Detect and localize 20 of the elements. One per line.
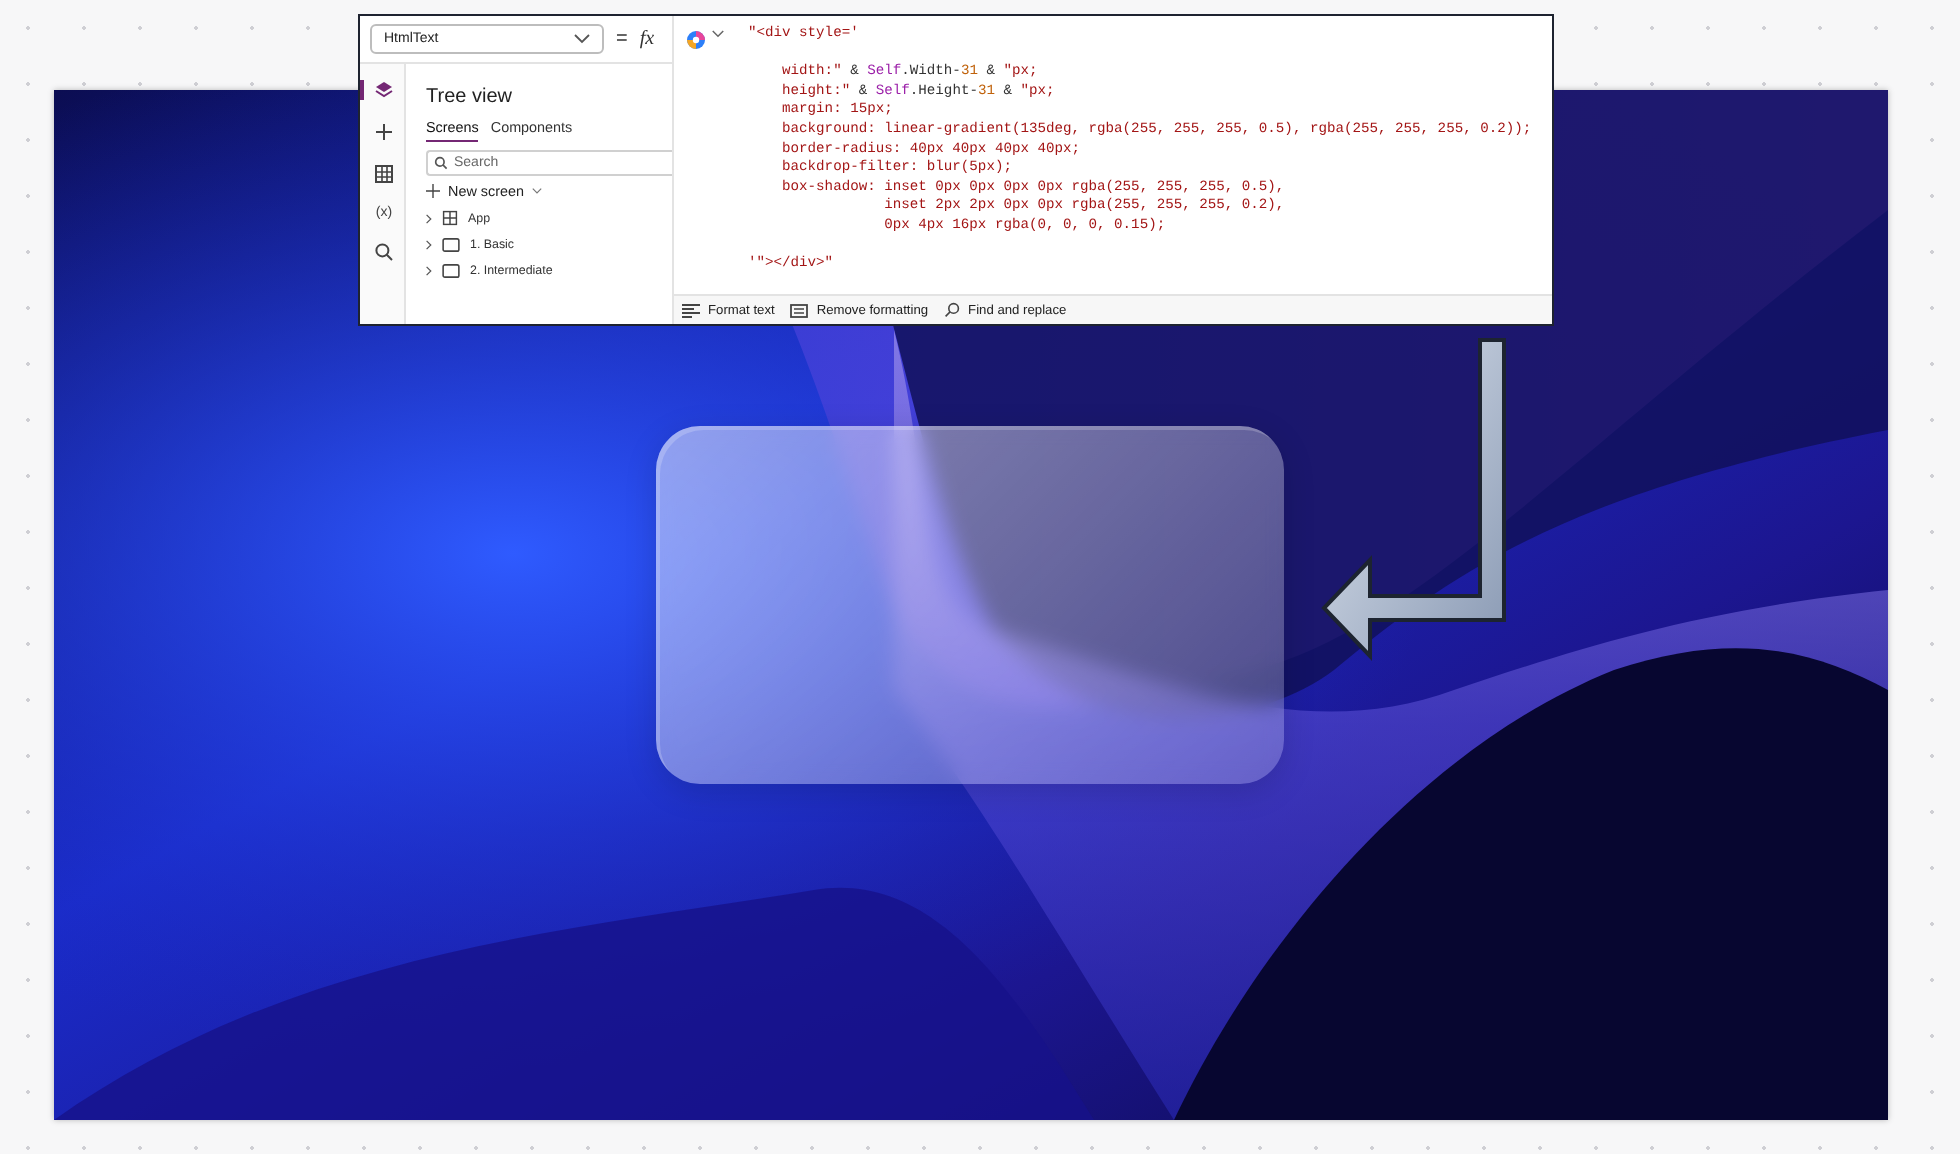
search-icon bbox=[944, 302, 961, 318]
chevron-down-icon bbox=[574, 34, 590, 44]
tree-view-title: Tree view bbox=[426, 86, 512, 108]
chevron-right-icon bbox=[426, 213, 432, 223]
grid-icon[interactable] bbox=[374, 164, 394, 184]
search-icon bbox=[434, 156, 448, 170]
chevron-right-icon bbox=[426, 239, 432, 249]
search-icon[interactable] bbox=[374, 242, 394, 262]
text-block-icon bbox=[790, 303, 809, 317]
plus-icon[interactable] bbox=[374, 122, 394, 142]
format-lines-icon bbox=[682, 303, 700, 317]
copilot-icon bbox=[686, 30, 706, 50]
app-grid-icon bbox=[442, 210, 458, 226]
fx-label: fx bbox=[639, 28, 655, 50]
chevron-right-icon bbox=[426, 265, 432, 275]
equals-sign: = bbox=[616, 28, 628, 50]
chevron-down-icon bbox=[712, 30, 724, 38]
layers-icon[interactable] bbox=[374, 80, 394, 100]
plus-icon bbox=[426, 184, 440, 198]
chevron-down-icon bbox=[531, 188, 542, 194]
